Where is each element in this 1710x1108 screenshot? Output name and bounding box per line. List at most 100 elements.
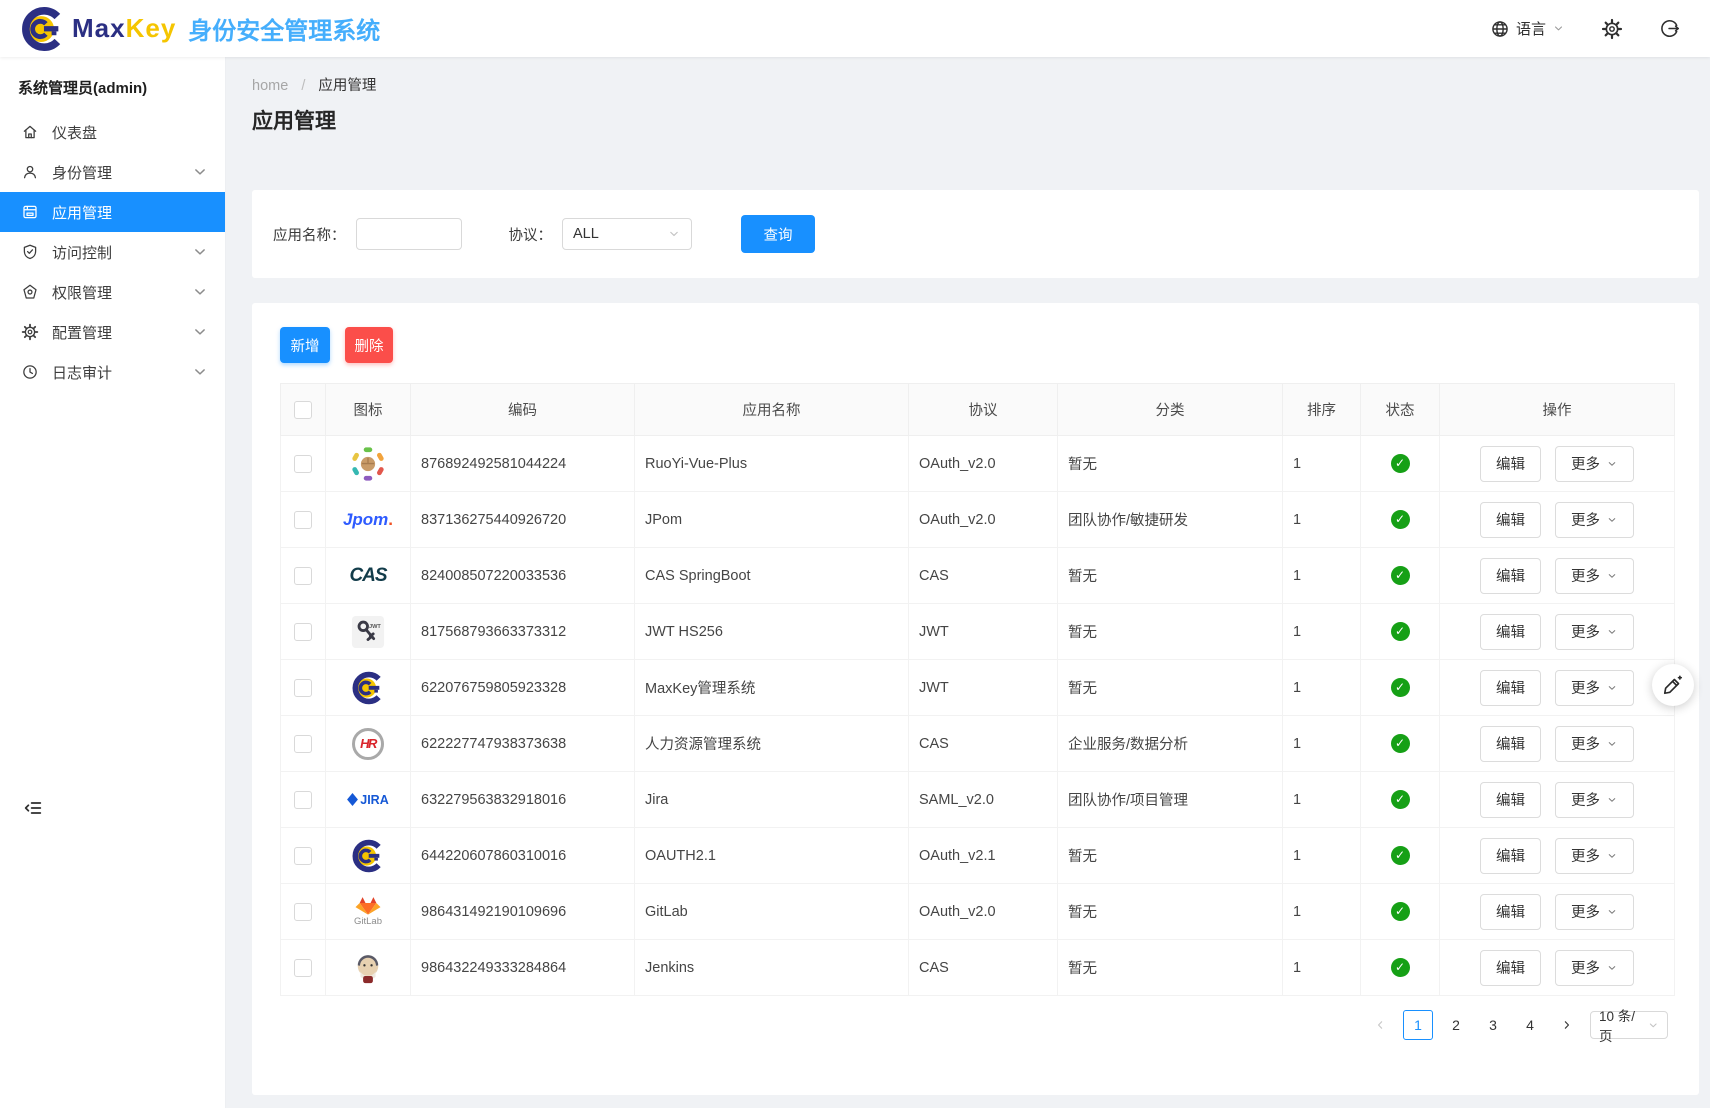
more-button[interactable]: 更多 xyxy=(1555,838,1634,874)
app-code: 986432249333284864 xyxy=(411,940,635,996)
page-1-button[interactable]: 1 xyxy=(1403,1010,1433,1040)
row-checkbox[interactable] xyxy=(294,791,312,809)
edit-button[interactable]: 编辑 xyxy=(1480,782,1541,818)
cas-logo-icon: CAS xyxy=(326,548,410,603)
more-button[interactable]: 更多 xyxy=(1555,558,1634,594)
more-button[interactable]: 更多 xyxy=(1555,782,1634,818)
brand[interactable]: Max Key 身份安全管理系统 xyxy=(0,6,380,52)
table-row: JIRA 632279563832918016 Jira SAML_v2.0 团… xyxy=(281,772,1675,828)
more-button[interactable]: 更多 xyxy=(1555,614,1634,650)
floating-tool-button[interactable] xyxy=(1652,664,1694,706)
protocol-select[interactable]: ALL xyxy=(562,218,692,250)
column-header-status: 状态 xyxy=(1361,384,1440,436)
shield-check-icon xyxy=(21,243,39,261)
add-button[interactable]: 新增 xyxy=(280,327,330,363)
table-header-row: 图标 编码 应用名称 协议 分类 排序 状态 操作 xyxy=(281,384,1675,436)
sidebar-item-access-control[interactable]: 访问控制 xyxy=(0,232,225,272)
more-button[interactable]: 更多 xyxy=(1555,894,1634,930)
row-checkbox[interactable] xyxy=(294,623,312,641)
table-row: Jpom. 837136275440926720 JPom OAuth_v2.0… xyxy=(281,492,1675,548)
more-button[interactable]: 更多 xyxy=(1555,670,1634,706)
sidebar-item-permissions[interactable]: 权限管理 xyxy=(0,272,225,312)
row-checkbox[interactable] xyxy=(294,735,312,753)
table-row: 986432249333284864 Jenkins CAS 暂无 1 编辑 更… xyxy=(281,940,1675,996)
app-sort: 1 xyxy=(1283,436,1361,492)
app-sort: 1 xyxy=(1283,828,1361,884)
settings-gear-icon[interactable] xyxy=(1601,18,1623,40)
gitlab-logo-icon: GitLab xyxy=(326,884,410,939)
chevron-down-icon xyxy=(1606,906,1618,918)
column-header-code: 编码 xyxy=(411,384,635,436)
chevron-down-icon xyxy=(191,363,209,381)
app-protocol: JWT xyxy=(909,660,1058,716)
row-checkbox[interactable] xyxy=(294,847,312,865)
sidebar-item-configuration[interactable]: 配置管理 xyxy=(0,312,225,352)
maxkey-logo-icon xyxy=(20,6,66,52)
row-checkbox[interactable] xyxy=(294,511,312,529)
edit-button[interactable]: 编辑 xyxy=(1480,670,1541,706)
edit-button[interactable]: 编辑 xyxy=(1480,950,1541,986)
row-checkbox[interactable] xyxy=(294,455,312,473)
edit-button[interactable]: 编辑 xyxy=(1480,446,1541,482)
more-button[interactable]: 更多 xyxy=(1555,726,1634,762)
protocol-select-value: ALL xyxy=(573,226,599,242)
select-all-checkbox[interactable] xyxy=(294,401,312,419)
column-header-protocol: 协议 xyxy=(909,384,1058,436)
row-checkbox[interactable] xyxy=(294,679,312,697)
app-name-input[interactable] xyxy=(356,218,462,250)
more-button[interactable]: 更多 xyxy=(1555,446,1634,482)
apps-icon xyxy=(21,203,39,221)
status-enabled-icon xyxy=(1391,510,1410,529)
breadcrumb-home[interactable]: home xyxy=(252,78,288,94)
more-button[interactable]: 更多 xyxy=(1555,950,1634,986)
row-checkbox[interactable] xyxy=(294,903,312,921)
sidebar-collapse-button[interactable] xyxy=(22,797,46,821)
maxkey-logo-icon xyxy=(326,828,410,883)
column-header-sort: 排序 xyxy=(1283,384,1361,436)
status-enabled-icon xyxy=(1391,622,1410,641)
page-4-button[interactable]: 4 xyxy=(1516,1011,1544,1039)
app-sort: 1 xyxy=(1283,772,1361,828)
row-checkbox[interactable] xyxy=(294,567,312,585)
page-size-select[interactable]: 10 条/页 xyxy=(1590,1011,1668,1039)
app-protocol: CAS xyxy=(909,716,1058,772)
chevron-down-icon xyxy=(1606,570,1618,582)
sidebar-item-applications[interactable]: 应用管理 xyxy=(0,192,225,232)
app-name: JPom xyxy=(635,492,909,548)
page-2-button[interactable]: 2 xyxy=(1442,1011,1470,1039)
table-toolbar: 新增 删除 xyxy=(280,327,1699,363)
topbar-actions: 语言 xyxy=(1490,18,1710,40)
edit-button[interactable]: 编辑 xyxy=(1480,614,1541,650)
sidebar-item-audit-log[interactable]: 日志审计 xyxy=(0,352,225,392)
sidebar-item-dashboard[interactable]: 仪表盘 xyxy=(0,112,225,152)
page-3-button[interactable]: 3 xyxy=(1479,1011,1507,1039)
status-enabled-icon xyxy=(1391,678,1410,697)
filter-panel: 应用名称： 协议： ALL 查询 xyxy=(252,190,1699,278)
app-protocol: OAuth_v2.1 xyxy=(909,828,1058,884)
search-button[interactable]: 查询 xyxy=(741,215,815,253)
language-menu[interactable]: 语言 xyxy=(1490,18,1565,39)
app-sort: 1 xyxy=(1283,940,1361,996)
edit-button[interactable]: 编辑 xyxy=(1480,894,1541,930)
edit-button[interactable]: 编辑 xyxy=(1480,502,1541,538)
row-checkbox[interactable] xyxy=(294,959,312,977)
edit-button[interactable]: 编辑 xyxy=(1480,838,1541,874)
jpom-logo-icon: Jpom. xyxy=(326,492,410,547)
sidebar-item-identity[interactable]: 身份管理 xyxy=(0,152,225,192)
badge-icon xyxy=(21,283,39,301)
app-code: 837136275440926720 xyxy=(411,492,635,548)
page-size-value: 10 条/页 xyxy=(1599,1005,1647,1045)
edit-button[interactable]: 编辑 xyxy=(1480,726,1541,762)
more-button[interactable]: 更多 xyxy=(1555,502,1634,538)
prev-page-button[interactable] xyxy=(1366,1011,1394,1039)
delete-button[interactable]: 删除 xyxy=(345,327,393,363)
sidebar-item-label: 应用管理 xyxy=(52,202,112,223)
app-code: 644220607860310016 xyxy=(411,828,635,884)
table-row: JWT 817568793663373312 JWT HS256 JWT 暂无 … xyxy=(281,604,1675,660)
jira-logo-icon: JIRA xyxy=(326,772,410,827)
next-page-button[interactable] xyxy=(1553,1011,1581,1039)
edit-button[interactable]: 编辑 xyxy=(1480,558,1541,594)
app-category: 团队协作/项目管理 xyxy=(1058,772,1283,828)
logout-icon[interactable] xyxy=(1659,18,1680,39)
current-user-label: 系统管理员(admin) xyxy=(0,57,225,112)
